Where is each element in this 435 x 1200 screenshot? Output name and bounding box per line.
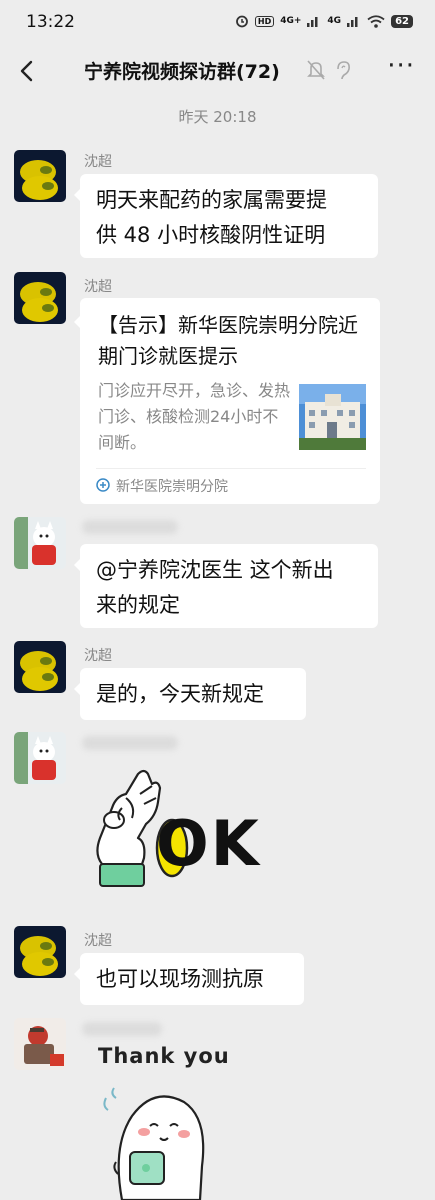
message-line: 来的规定 xyxy=(96,593,180,617)
network-1: 4G+ xyxy=(280,15,302,26)
message-bubble[interactable]: 明天来配药的家属需要提 供 48 小时核酸阴性证明 xyxy=(74,174,378,258)
card-thumbnail xyxy=(299,384,366,450)
avatar-member[interactable] xyxy=(14,732,66,784)
sender-name: 沈超 xyxy=(84,648,112,664)
sticker-text: OK xyxy=(156,807,261,880)
card-source: 新华医院崇明分院 xyxy=(116,479,228,495)
thank-you-sticker[interactable]: Thank you xyxy=(92,1044,232,1200)
status-time: 13:22 xyxy=(26,12,75,32)
chat-title: 宁养院视频探访群(72) xyxy=(84,61,280,83)
more-button[interactable]: ··· xyxy=(387,53,415,79)
avatar-image xyxy=(14,517,66,569)
signal-icon xyxy=(307,17,318,27)
sticker-text: Thank you xyxy=(98,1044,230,1068)
avatar-image xyxy=(14,732,66,784)
avatar-shenchao[interactable] xyxy=(14,926,66,978)
sender-name: 沈超 xyxy=(84,933,112,949)
status-icons: HD 4G+ 4G 62 xyxy=(235,14,413,28)
avatar-member[interactable] xyxy=(14,517,66,569)
sender-name: 沈超 xyxy=(84,154,112,170)
message-bubble[interactable]: 也可以现场测抗原 xyxy=(74,953,304,1005)
alarm-icon xyxy=(235,15,248,28)
message-line: 明天来配药的家属需要提 xyxy=(96,188,327,212)
avatar-shenchao[interactable] xyxy=(14,150,66,202)
link-card[interactable]: 【告示】新华医院崇明分院近期门诊就医提示 门诊应开尽开，急诊、发热门诊、核酸检测… xyxy=(74,298,380,504)
card-title: 【告示】新华医院崇明分院近期门诊就医提示 xyxy=(98,313,358,368)
card-description: 门诊应开尽开，急诊、发热门诊、核酸检测24小时不间断。 xyxy=(98,381,291,452)
nav-bar: 宁养院视频探访群(72) ··· xyxy=(0,46,435,96)
bunny-cup-icon xyxy=(103,1087,205,1200)
avatar-member-2[interactable] xyxy=(14,1018,66,1070)
avatar-image xyxy=(14,641,66,693)
battery-indicator: 62 xyxy=(391,14,413,28)
signal-icon-2 xyxy=(347,17,358,27)
message-bubble[interactable]: 是的，今天新规定 xyxy=(74,668,306,720)
back-button[interactable] xyxy=(14,56,42,86)
chevron-left-icon xyxy=(20,60,33,82)
avatar-image xyxy=(14,150,66,202)
message-line: @宁养院沈医生 这个新出 xyxy=(96,558,334,582)
sender-name-redacted xyxy=(82,1022,162,1036)
hospital-building-image xyxy=(299,384,366,450)
ok-sticker[interactable]: OK xyxy=(86,768,259,893)
card-divider xyxy=(96,468,366,469)
sender-name-redacted xyxy=(82,736,178,750)
network-2: 4G xyxy=(327,15,342,26)
avatar-shenchao[interactable] xyxy=(14,641,66,693)
wifi-icon xyxy=(367,14,385,28)
ear-icon xyxy=(337,61,350,80)
hd-badge: HD xyxy=(254,15,275,27)
time-separator: 昨天 20:18 xyxy=(178,108,257,126)
avatar-image xyxy=(14,272,66,324)
avatar-shenchao[interactable] xyxy=(14,272,66,324)
sender-name-redacted xyxy=(82,520,178,534)
avatar-image xyxy=(14,1018,66,1070)
message-line: 供 48 小时核酸阴性证明 xyxy=(96,223,326,247)
message-bubble[interactable]: @宁养院沈医生 这个新出 来的规定 xyxy=(74,544,378,628)
mute-icon xyxy=(307,60,325,80)
status-bar: 13:22 HD 4G+ 4G 62 xyxy=(0,0,435,46)
source-logo-icon xyxy=(96,478,110,492)
avatar-image xyxy=(14,926,66,978)
sender-name: 沈超 xyxy=(84,279,112,295)
